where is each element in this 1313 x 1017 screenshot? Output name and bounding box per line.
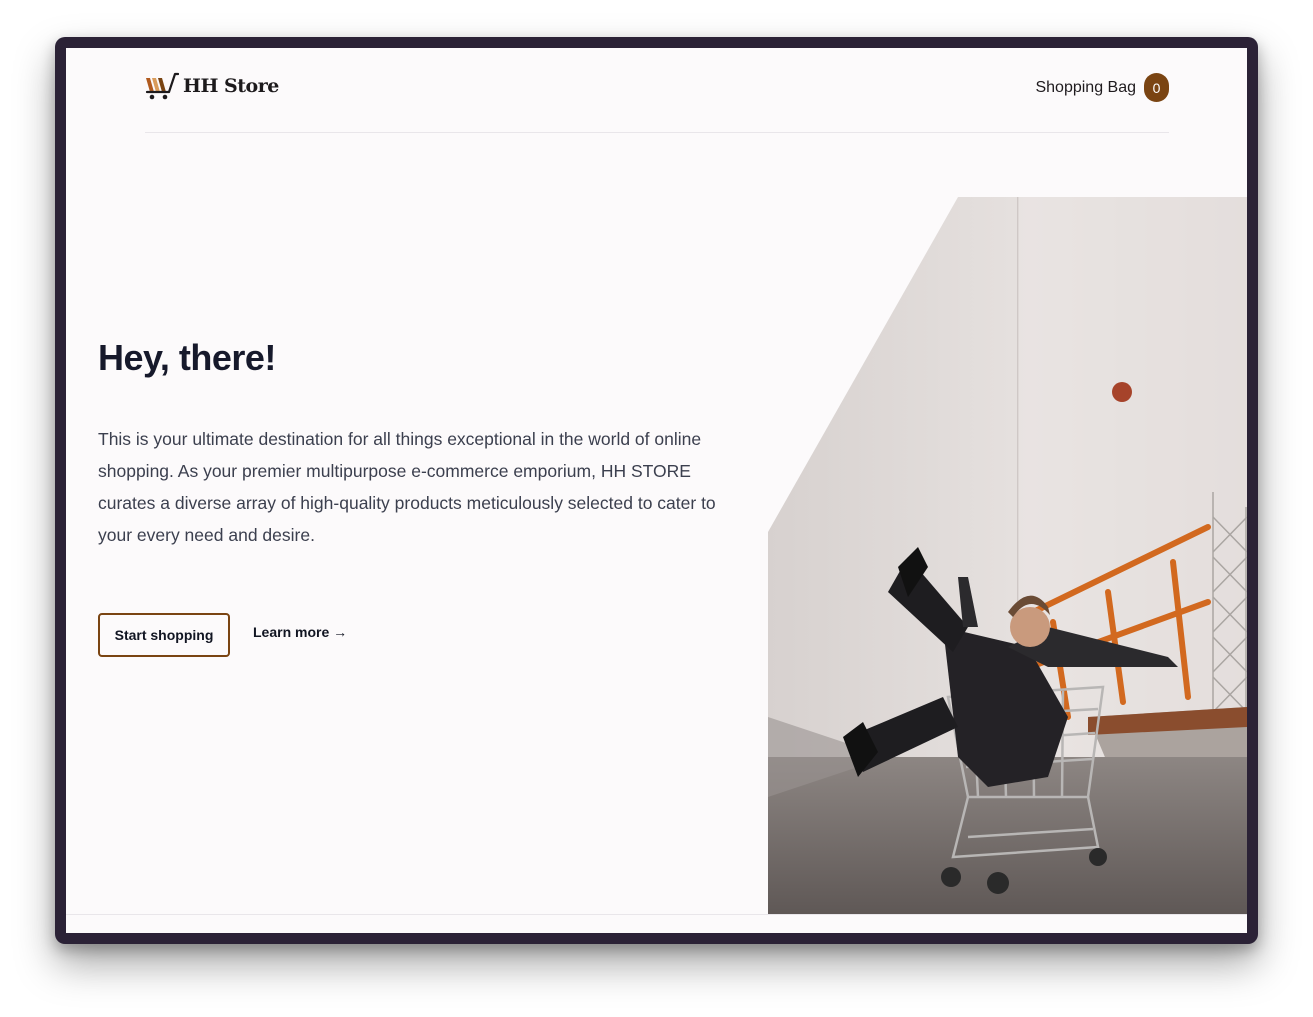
hero-photo-illustration (768, 197, 1247, 914)
shopping-cart-logo-icon (145, 72, 179, 100)
hero-description: This is your ultimate destination for al… (98, 429, 716, 545)
shopping-bag-count-badge: 0 (1144, 73, 1169, 102)
hero-title: Hey, there! (98, 337, 276, 378)
section-divider (66, 914, 1247, 915)
logo-text: HH Store (183, 75, 279, 97)
shopping-bag-label: Shopping Bag (1035, 78, 1136, 96)
hero-image (768, 197, 1247, 914)
browser-window-frame: HH Store Shopping Bag 0 Hey, there! This… (55, 37, 1258, 944)
logo-link[interactable]: HH Store (145, 72, 279, 100)
site-header: HH Store Shopping Bag 0 (145, 48, 1169, 133)
learn-more-link[interactable]: Learn more → (253, 624, 347, 640)
start-shopping-button[interactable]: Start shopping (98, 613, 230, 657)
page-viewport: HH Store Shopping Bag 0 Hey, there! This… (66, 48, 1247, 933)
shopping-bag-button[interactable]: Shopping Bag 0 (1035, 73, 1169, 102)
